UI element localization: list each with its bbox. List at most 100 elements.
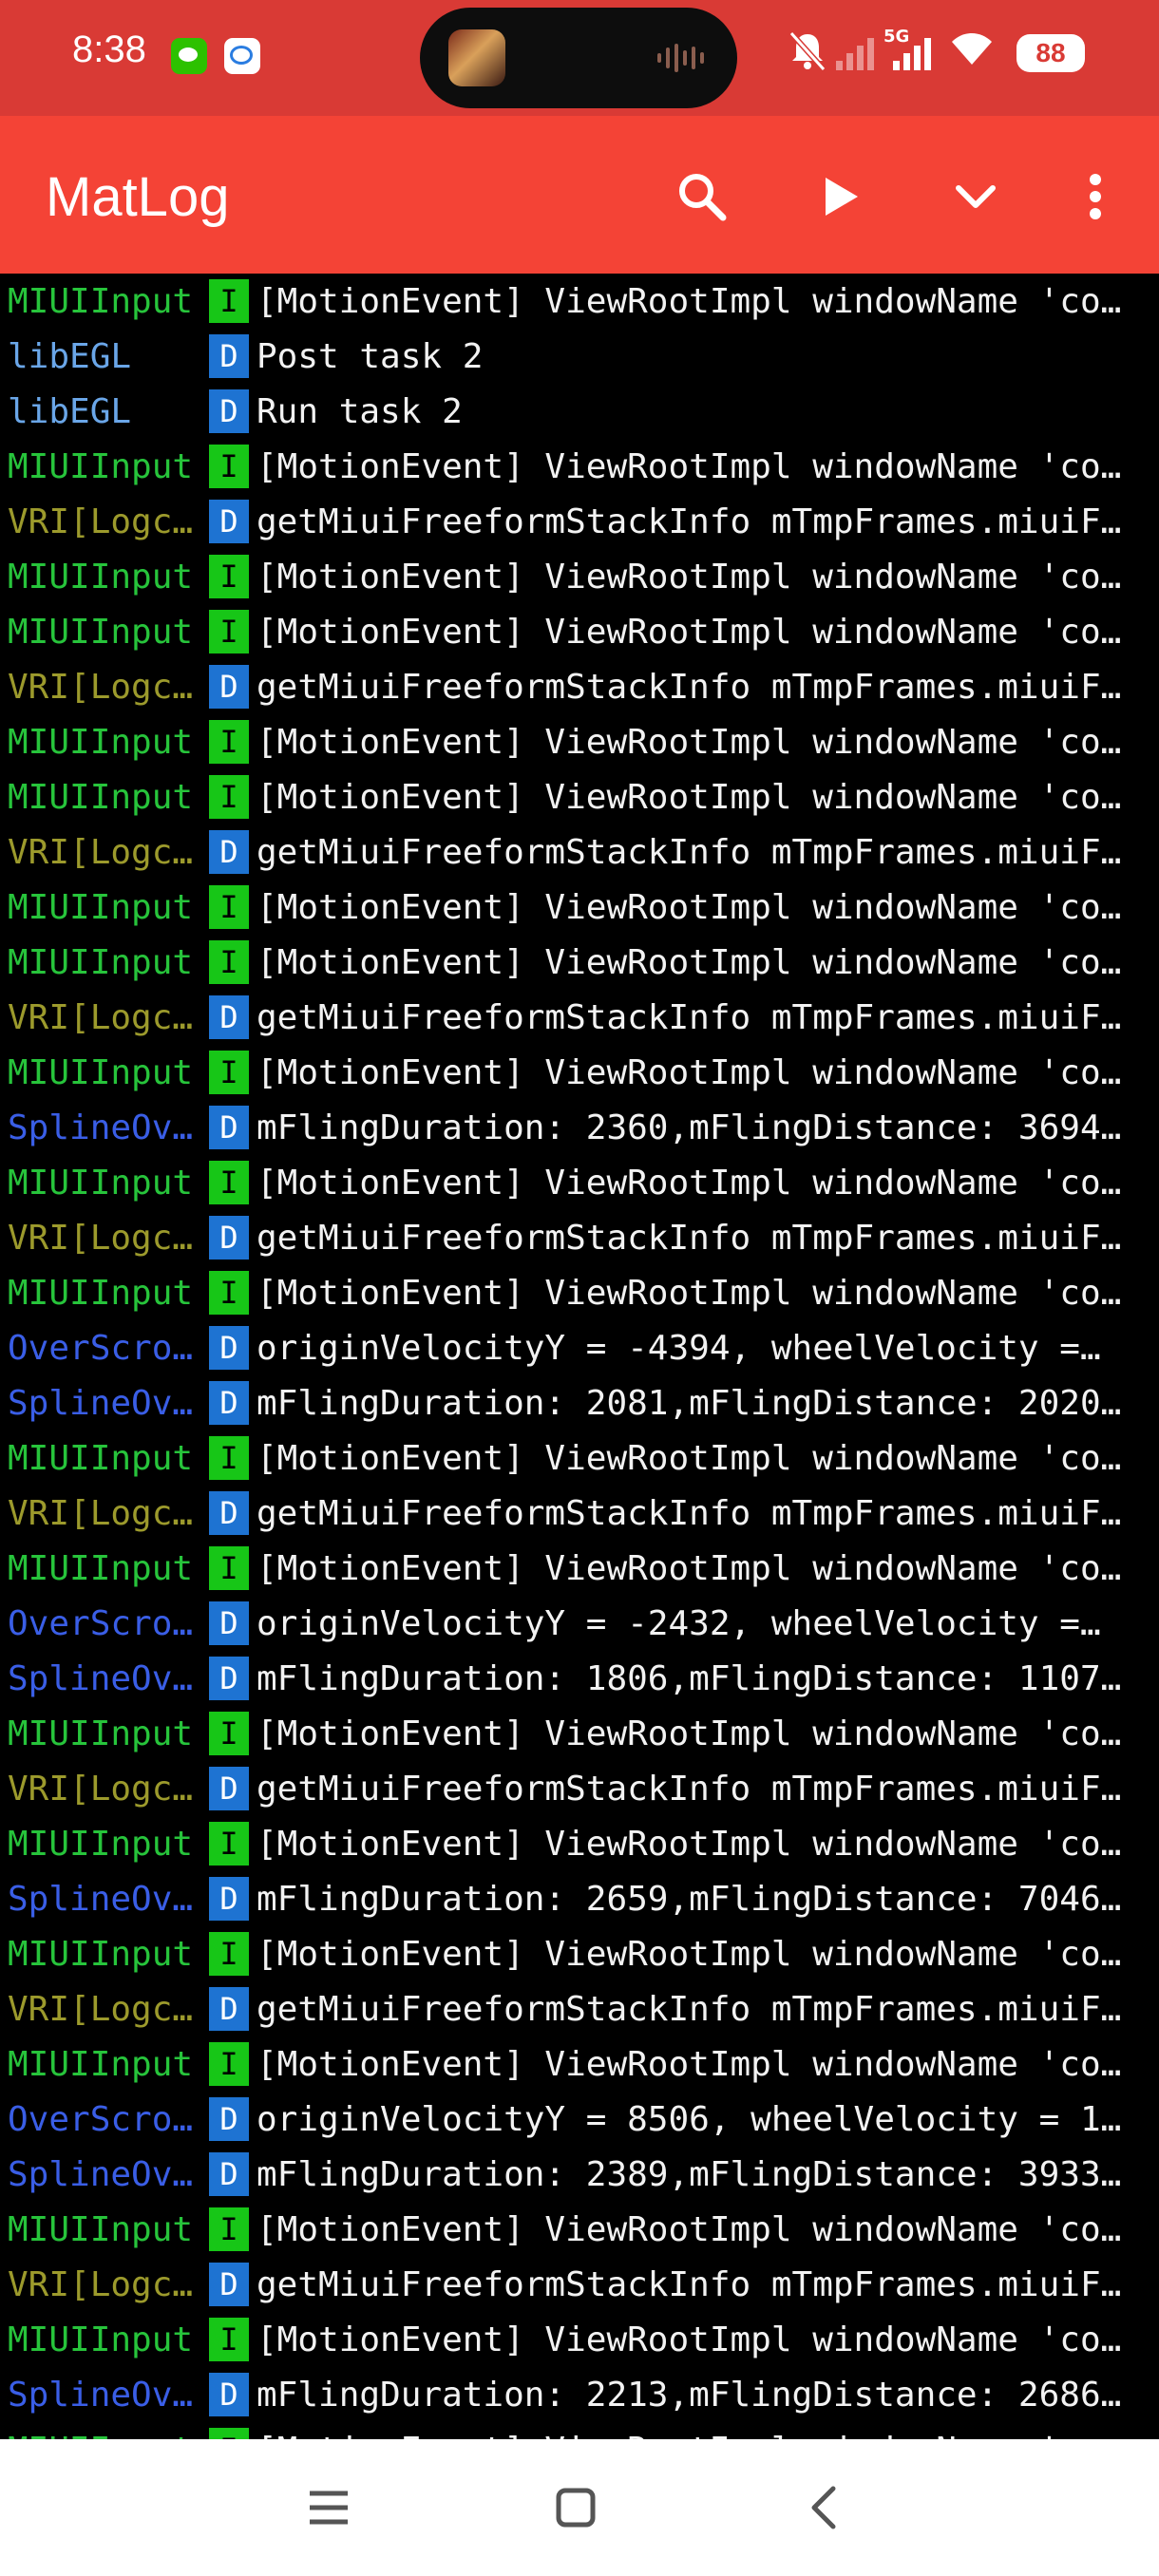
app-title: MatLog [46,166,230,228]
search-button[interactable] [659,154,745,239]
log-row[interactable]: MIUIInputI[MotionEvent] ViewRootImpl win… [0,1155,1159,1210]
log-level-badge: D [209,2373,249,2416]
log-level-badge: I [209,720,249,764]
home-button[interactable] [528,2468,623,2548]
log-row[interactable]: OverScro… DoriginVelocityY = 8506, wheelV… [0,2092,1159,2147]
log-row[interactable]: VRI[Logc… DgetMiuiFreeformStackInfo mTmpF… [0,2257,1159,2312]
log-row[interactable]: libEGL D Run task 2 [0,384,1159,439]
log-tag: MIUIInput [8,613,194,652]
dynamic-island[interactable] [420,8,737,108]
recents-button[interactable] [281,2468,376,2548]
log-row[interactable]: MIUIInputI[MotionEvent] ViewRootImpl win… [0,935,1159,990]
log-level-badge: I [209,1546,249,1590]
log-row[interactable]: SplineOv… DmFlingDuration: 2213,mFlingDis… [0,2367,1159,2422]
log-level-badge: I [209,1161,249,1204]
mute-bell-icon [788,30,826,82]
log-level-badge: D [209,1216,249,1260]
log-message: [MotionEvent] ViewRootImpl windowName 'c… [256,1439,1122,1478]
status-time: 8:38 [72,28,146,70]
log-row[interactable]: VRI[Logc… DgetMiuiFreeformStackInfo mTmpF… [0,1210,1159,1265]
log-tag: SplineOv… [8,2155,194,2194]
log-row[interactable]: MIUIInputI[MotionEvent] ViewRootImpl win… [0,1706,1159,1761]
media-artwork-icon [448,29,505,86]
overflow-menu-button[interactable] [1053,154,1138,239]
back-button[interactable] [775,2468,870,2548]
log-row[interactable]: MIUIInput I[MotionEvent] ViewRootImpl win… [0,604,1159,659]
log-row[interactable]: SplineOv… DmFlingDuration: 1806,mFlingDis… [0,1651,1159,1706]
log-level-badge: D [209,830,249,874]
log-row[interactable]: MIUIInputI[MotionEvent] ViewRootImpl win… [0,1926,1159,1981]
log-message: [MotionEvent] ViewRootImpl windowName 'c… [256,1549,1122,1588]
log-row[interactable]: MIUIInputI[MotionEvent] ViewRootImpl win… [0,880,1159,935]
log-tag: MIUIInput [8,2045,194,2084]
log-tag: MIUIInput [8,282,194,321]
signal-sim1-icon [836,32,874,70]
log-message: getMiuiFreeformStackInfo mTmpFrames.miui… [256,668,1122,707]
navigation-bar [0,2439,1159,2576]
play-icon [826,178,858,216]
log-level-badge: I [209,610,249,653]
expand-button[interactable] [933,154,1018,239]
log-row[interactable]: MIUIInputI[MotionEvent] ViewRootImpl win… [0,2202,1159,2257]
log-row[interactable]: OverScro… DoriginVelocityY = -2432, wheel… [0,1596,1159,1651]
log-message: getMiuiFreeformStackInfo mTmpFrames.miui… [256,1494,1122,1533]
log-message: [MotionEvent] ViewRootImpl windowName 'c… [256,282,1122,321]
cloud-notification-icon [224,38,260,74]
log-tag: VRI[Logc… [8,1219,194,1258]
log-message: [MotionEvent] ViewRootImpl windowName 'c… [256,778,1122,817]
log-row[interactable]: VRI[Logc… DgetMiuiFreeformStackInfo mTmpF… [0,1981,1159,2036]
log-row[interactable]: VRI[Logc… DgetMiuiFreeformStackInfo mTmpF… [0,824,1159,880]
log-row[interactable]: MIUIInputI[MotionEvent] ViewRootImpl win… [0,1541,1159,1596]
log-row[interactable]: MIUIInputI[MotionEvent] ViewRootImpl win… [0,439,1159,494]
log-tag: MIUIInput [8,2320,194,2359]
log-row[interactable]: OverScro… DoriginVelocityY = -4394, wheel… [0,1320,1159,1375]
log-row[interactable]: MIUIInputI[MotionEvent] ViewRootImpl win… [0,549,1159,604]
log-row[interactable]: SplineOv… DmFlingDuration: 2081,mFlingDis… [0,1375,1159,1430]
log-level-badge: I [209,1436,249,1480]
log-level-badge: D [209,500,249,543]
log-message: [MotionEvent] ViewRootImpl windowName 'c… [256,2320,1122,2359]
log-message: originVelocityY = 8506, wheelVelocity = … [256,2100,1122,2139]
log-tag: SplineOv… [8,1880,194,1919]
log-row[interactable]: SplineOv… DmFlingDuration: 2360,mFlingDis… [0,1100,1159,1155]
log-message: originVelocityY = -4394, wheelVelocity =… [256,1329,1101,1368]
log-level-badge: D [209,665,249,709]
log-row[interactable]: MIUIInputI[MotionEvent] ViewRootImpl win… [0,2036,1159,2092]
log-row[interactable]: MIUIInputI[MotionEvent] ViewRootImpl win… [0,274,1159,329]
log-level-badge: D [209,1601,249,1645]
log-tag: VRI[Logc… [8,1770,194,1809]
log-row[interactable]: VRI[Logc… DgetMiuiFreeformStackInfo mTmpF… [0,1486,1159,1541]
log-row[interactable]: VRI[Logc… DgetMiuiFreeformStackInfo mTmpF… [0,1761,1159,1816]
log-row[interactable]: MIUIInputI[MotionEvent] ViewRootImpl win… [0,2312,1159,2367]
search-icon [679,174,727,221]
log-list[interactable]: MIUIInput I [MotionEvent] ViewRootImpl win… [0,274,1159,2439]
log-row[interactable]: MIUIInputI[MotionEvent] ViewRootImpl win… [0,1265,1159,1320]
log-level-badge: D [209,1106,249,1149]
log-row[interactable]: libEGL D Post task 2 [0,329,1159,384]
wechat-notification-icon [171,38,207,74]
log-row[interactable]: VRI[Logc… DgetMiuiFreeformStackInfo mTmpF… [0,659,1159,714]
log-row[interactable]: VRI[Logc… DgetMiuiFreeformStackInfo mTmpF… [0,990,1159,1045]
log-tag: VRI[Logc… [8,998,194,1037]
log-row[interactable]: VRI[Logc… DgetMiuiFreeformStackInfo mTmpF… [0,494,1159,549]
log-row[interactable]: MIUIInputI[MotionEvent] ViewRootImpl win… [0,1045,1159,1100]
square-home-icon [556,2488,596,2528]
log-row[interactable]: SplineOv… DmFlingDuration: 2659,mFlingDis… [0,1871,1159,1926]
log-row[interactable]: SplineOv… DmFlingDuration: 2389,mFlingDis… [0,2147,1159,2202]
log-level-badge: D [209,1381,249,1425]
log-row[interactable]: MIUIInputI[MotionEvent] ViewRootImpl win… [0,714,1159,769]
log-message: [MotionEvent] ViewRootImpl windowName 'c… [256,613,1122,652]
log-tag: VRI[Logc… [8,502,194,541]
log-row[interactable]: MIUIInputI[MotionEvent] ViewRootImpl win… [0,769,1159,824]
log-message: [MotionEvent] ViewRootImpl windowName 'c… [256,1825,1122,1864]
log-row[interactable]: MIUIInputI[MotionEvent] ViewRootImpl win… [0,2422,1159,2439]
log-tag: libEGL [8,337,132,376]
log-message: mFlingDuration: 2389,mFlingDistance: 393… [256,2155,1122,2194]
log-level-badge: I [209,2207,249,2251]
log-row[interactable]: MIUIInputI[MotionEvent] ViewRootImpl win… [0,1816,1159,1871]
play-button[interactable] [798,154,884,239]
log-level-badge: I [209,2042,249,2086]
log-tag: MIUIInput [8,447,194,486]
log-message: [MotionEvent] ViewRootImpl windowName 'c… [256,1935,1122,1974]
log-row[interactable]: MIUIInputI[MotionEvent] ViewRootImpl win… [0,1430,1159,1486]
